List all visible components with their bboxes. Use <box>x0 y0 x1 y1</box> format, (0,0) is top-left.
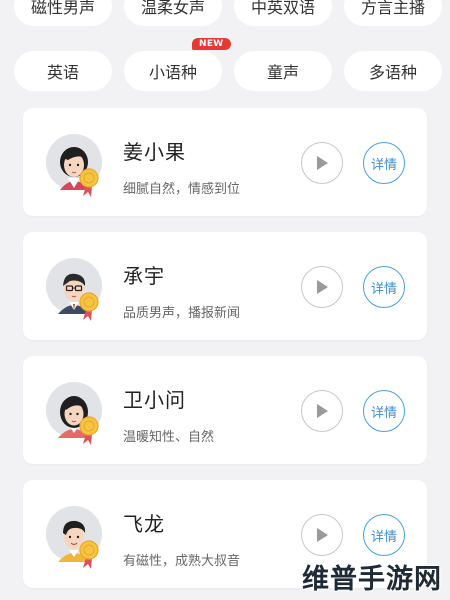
female-avatar-icon <box>46 134 102 197</box>
category-chip-multilingual[interactable]: 多语种 <box>344 51 442 91</box>
voice-card[interactable]: 卫小问 温暖知性、自然 详情 <box>23 356 427 464</box>
play-button[interactable] <box>301 142 343 184</box>
voice-description: 有磁性，成熟大叔音 <box>123 554 241 569</box>
detail-button[interactable]: 详情 <box>363 514 405 556</box>
chip-label: 小语种 <box>148 63 197 82</box>
chip-label: 英语 <box>46 63 79 82</box>
category-row-1: 磁性男声 温柔女声 中英双语 方言主播 <box>14 0 450 26</box>
play-button[interactable] <box>301 390 343 432</box>
category-chip-child-voice[interactable]: 童声 <box>234 51 332 91</box>
chip-label: 中英双语 <box>250 0 315 17</box>
voice-name: 姜小果 <box>123 140 186 164</box>
new-badge: NEW <box>192 38 231 50</box>
male-glasses-avatar-icon <box>46 258 102 321</box>
site-watermark: 维普手游网 <box>302 564 442 595</box>
detail-label: 详情 <box>370 281 397 297</box>
voice-description: 温暖知性、自然 <box>123 430 215 445</box>
detail-label: 详情 <box>370 405 397 421</box>
play-button[interactable] <box>301 514 343 556</box>
chip-label: 多语种 <box>368 63 417 82</box>
chip-label: 方言主播 <box>360 0 425 17</box>
detail-label: 详情 <box>370 157 397 173</box>
play-icon <box>317 528 328 542</box>
chip-label: 磁性男声 <box>30 0 95 17</box>
detail-button[interactable]: 详情 <box>363 266 405 308</box>
category-row-2: 英语 小语种 NEW 童声 多语种 <box>14 38 450 91</box>
play-icon <box>317 156 328 170</box>
category-chip-gentle-female[interactable]: 温柔女声 <box>124 0 222 26</box>
male-avatar-icon <box>46 506 102 569</box>
detail-button[interactable]: 详情 <box>363 142 405 184</box>
voice-card[interactable]: 承宇 品质男声，播报新闻 详情 <box>23 232 427 340</box>
category-chip-english[interactable]: 英语 <box>14 51 112 91</box>
voice-description: 品质男声，播报新闻 <box>123 306 241 321</box>
voice-name: 飞龙 <box>123 512 165 536</box>
play-button[interactable] <box>301 266 343 308</box>
category-chip-magnetic-male[interactable]: 磁性男声 <box>14 0 112 26</box>
voice-card[interactable]: 姜小果 细腻自然，情感到位 详情 <box>23 108 427 216</box>
category-chip-minor-languages[interactable]: 小语种 NEW <box>124 38 231 91</box>
detail-label: 详情 <box>370 529 397 545</box>
play-icon <box>317 280 328 294</box>
voice-name: 承宇 <box>123 264 165 288</box>
voice-description: 细腻自然，情感到位 <box>123 182 241 197</box>
category-chip-bilingual[interactable]: 中英双语 <box>234 0 332 26</box>
chip-label: 童声 <box>266 63 299 82</box>
chip-label: 温柔女声 <box>140 0 205 17</box>
voice-name: 卫小问 <box>123 388 186 412</box>
detail-button[interactable]: 详情 <box>363 390 405 432</box>
play-icon <box>317 404 328 418</box>
category-chip-dialect[interactable]: 方言主播 <box>344 0 442 26</box>
female-avatar-icon <box>46 382 102 445</box>
